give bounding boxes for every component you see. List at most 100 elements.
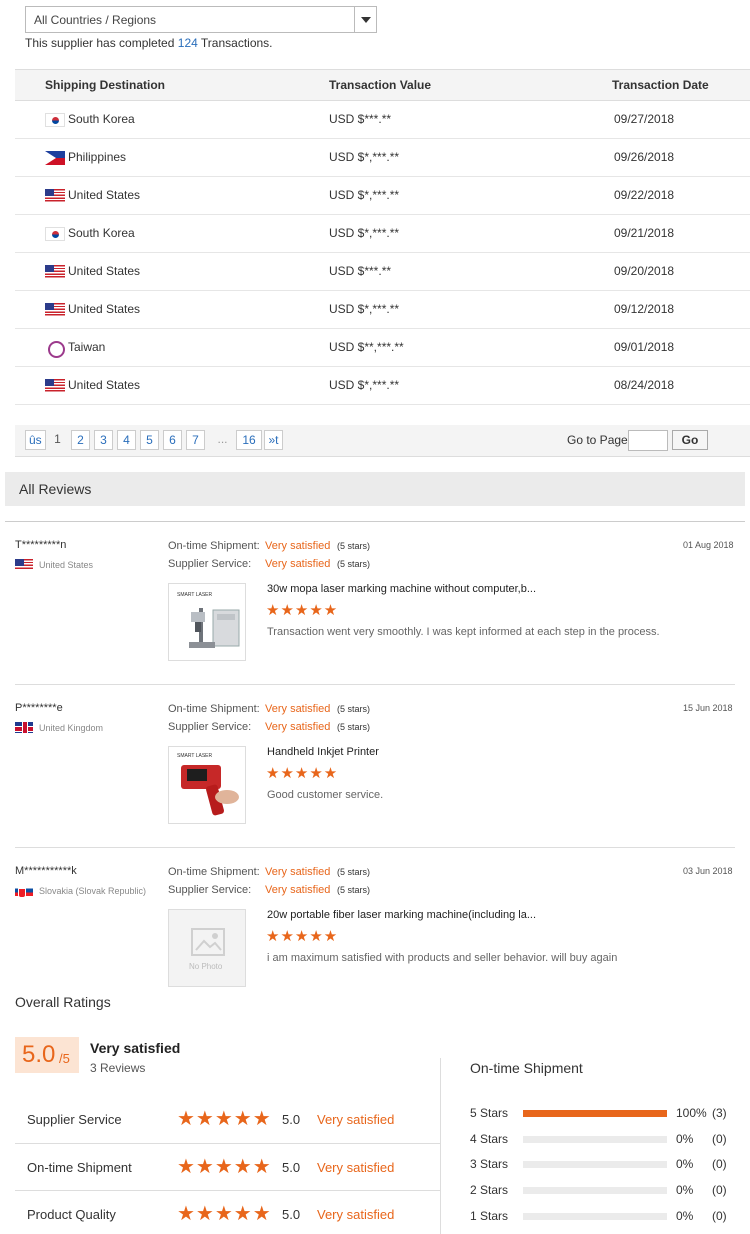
service-label: Supplier Service: bbox=[168, 884, 252, 896]
value-cell: USD $***.** bbox=[329, 112, 392, 126]
overall-score: 5.0 bbox=[22, 1041, 56, 1068]
table-row: United States USD $*,***.** 09/22/2018 bbox=[15, 177, 750, 215]
transactions-summary: This supplier has completed 124 Transact… bbox=[25, 36, 273, 50]
table-row: Taiwan USD $**,***.** 09/01/2018 bbox=[15, 329, 750, 367]
reviewer-country: Slovakia (Slovak Republic) bbox=[39, 886, 147, 896]
destination-cell: United States bbox=[68, 264, 141, 278]
review-text: i am maximum satisfied with products and… bbox=[267, 952, 618, 964]
reviewer-name: T*********n bbox=[15, 539, 67, 551]
destination-cell: South Korea bbox=[68, 226, 135, 240]
service-rating: Very satisfied bbox=[265, 721, 331, 733]
rating-category-name: Supplier Service bbox=[27, 1112, 122, 1127]
goto-page-label: Go to Page bbox=[567, 433, 628, 447]
table-row: United States USD $*,***.** 09/12/2018 bbox=[15, 291, 750, 329]
country-region-select[interactable]: All Countries / Regions bbox=[25, 6, 377, 33]
star-bar-percent: 100% bbox=[676, 1106, 707, 1120]
philippines-flag-icon bbox=[45, 151, 65, 165]
shipment-stars: (5 stars) bbox=[337, 867, 371, 877]
page-7[interactable]: 7 bbox=[186, 430, 205, 450]
table-row: United States USD $***.** 09/20/2018 bbox=[15, 253, 750, 291]
uk-flag-icon bbox=[15, 722, 33, 733]
review-divider bbox=[15, 684, 735, 685]
star-bar-row: 5 Stars 100% (3) bbox=[470, 1104, 740, 1124]
star-icon: ★★★★★ bbox=[266, 765, 339, 782]
page-3[interactable]: 3 bbox=[94, 430, 113, 450]
star-bar-label: 3 Stars bbox=[470, 1157, 509, 1172]
star-icon: ★★★★★ bbox=[266, 602, 339, 619]
summary-prefix: This supplier has completed bbox=[25, 36, 175, 50]
table-row: Philippines USD $*,***.** 09/26/2018 bbox=[15, 139, 750, 177]
product-title-link[interactable]: 30w mopa laser marking machine without c… bbox=[267, 583, 536, 595]
star-bar-percent: 0% bbox=[676, 1131, 694, 1146]
value-cell: USD $*,***.** bbox=[329, 378, 400, 392]
goto-page-input[interactable] bbox=[628, 430, 668, 451]
page-4[interactable]: 4 bbox=[117, 430, 136, 450]
overall-label: Very satisfied bbox=[90, 1040, 181, 1056]
review-divider bbox=[15, 847, 735, 848]
svg-text:SMART LASER: SMART LASER bbox=[177, 592, 212, 598]
star-bar-fill bbox=[523, 1110, 667, 1117]
page-16[interactable]: 16 bbox=[236, 430, 262, 450]
summary-suffix: Transactions. bbox=[200, 36, 273, 50]
star-bar-label: 4 Stars bbox=[470, 1131, 509, 1146]
page-1: 1 bbox=[54, 432, 61, 446]
star-bar-track bbox=[523, 1135, 667, 1143]
shipment-label: On-time Shipment: bbox=[168, 703, 260, 715]
review-date: 01 Aug 2018 bbox=[683, 540, 734, 550]
rating-text: Very satisfied bbox=[317, 1112, 395, 1127]
product-title-link[interactable]: 20w portable fiber laser marking machine… bbox=[267, 909, 536, 921]
star-bar-count: (0) bbox=[712, 1157, 727, 1172]
transactions-table-header: Shipping Destination Transaction Value T… bbox=[15, 69, 750, 101]
rating-row-supplier-service: Supplier Service ★★★★★ 5.0 Very satisfie… bbox=[15, 1096, 441, 1143]
shipment-label: On-time Shipment: bbox=[168, 866, 260, 878]
destination-cell: Taiwan bbox=[68, 340, 106, 354]
rating-row-on-time-shipment: On-time Shipment ★★★★★ 5.0 Very satisfie… bbox=[15, 1144, 441, 1191]
star-bar-row: 3 Stars 0% (0) bbox=[470, 1155, 740, 1175]
star-bar-count: (0) bbox=[712, 1208, 727, 1223]
us-flag-icon bbox=[45, 379, 65, 393]
rating-category-name: On-time Shipment bbox=[27, 1160, 132, 1175]
page-5[interactable]: 5 bbox=[140, 430, 159, 450]
star-bar-track bbox=[523, 1187, 667, 1195]
destination-cell: South Korea bbox=[68, 112, 135, 126]
star-bar-row: 1 Stars 0% (0) bbox=[470, 1207, 740, 1227]
shipment-rating: Very satisfied bbox=[265, 703, 331, 715]
product-thumbnail[interactable]: No Photo bbox=[168, 909, 246, 987]
go-button[interactable]: Go bbox=[672, 430, 708, 450]
destination-cell: United States bbox=[68, 378, 141, 392]
star-bar-row: 4 Stars 0% (0) bbox=[470, 1130, 740, 1150]
destination-cell: Philippines bbox=[68, 150, 127, 164]
transaction-count: 124 bbox=[177, 36, 198, 50]
date-cell: 09/27/2018 bbox=[614, 112, 675, 126]
destination-cell: United States bbox=[68, 188, 141, 202]
service-label: Supplier Service: bbox=[168, 721, 252, 733]
value-cell: USD $*,***.** bbox=[329, 226, 400, 240]
rating-category-name: Product Quality bbox=[27, 1207, 116, 1222]
product-thumbnail[interactable]: SMART LASER bbox=[168, 583, 246, 661]
prev-page-button[interactable]: ûs bbox=[25, 430, 46, 450]
rating-row-product-quality: Product Quality ★★★★★ 5.0 Very satisfied bbox=[15, 1191, 441, 1234]
review-text: Good customer service. bbox=[267, 789, 384, 801]
star-bar-percent: 0% bbox=[676, 1183, 694, 1198]
date-cell: 09/21/2018 bbox=[614, 226, 675, 240]
overall-score-box: 5.0 /5 bbox=[15, 1037, 79, 1073]
us-flag-icon bbox=[45, 189, 65, 203]
col-transaction-value: Transaction Value bbox=[329, 78, 432, 92]
date-cell: 08/24/2018 bbox=[614, 378, 675, 392]
page-2[interactable]: 2 bbox=[71, 430, 90, 450]
product-title-link[interactable]: Handheld Inkjet Printer bbox=[267, 746, 379, 758]
us-flag-icon bbox=[15, 559, 33, 570]
product-thumbnail[interactable]: SMART LASER bbox=[168, 746, 246, 824]
page-6[interactable]: 6 bbox=[163, 430, 182, 450]
chevron-down-icon[interactable] bbox=[354, 7, 376, 32]
shipment-stars: (5 stars) bbox=[337, 704, 371, 714]
pagination: ûs 1 2 3 4 5 6 7 ... 16 »t Go to Page Go bbox=[15, 425, 750, 457]
korea-flag-icon bbox=[45, 113, 65, 127]
us-flag-icon bbox=[45, 303, 65, 317]
service-label: Supplier Service: bbox=[168, 558, 252, 570]
next-page-button[interactable]: »t bbox=[264, 430, 283, 450]
star-bar-label: 2 Stars bbox=[470, 1183, 509, 1198]
korea-flag-icon bbox=[45, 227, 65, 241]
star-bar-percent: 0% bbox=[676, 1208, 694, 1223]
star-bar-track bbox=[523, 1161, 667, 1169]
